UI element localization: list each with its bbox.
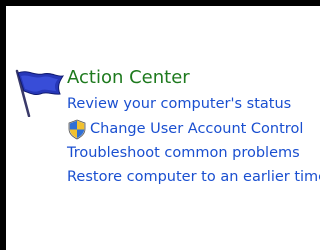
action-center-flag-icon bbox=[15, 69, 65, 117]
window-frame: Action Center Review your computer's sta… bbox=[0, 0, 320, 250]
restore-computer-link[interactable]: Restore computer to an earlier time bbox=[67, 168, 320, 186]
action-center-title[interactable]: Action Center bbox=[67, 67, 190, 89]
troubleshoot-link[interactable]: Troubleshoot common problems bbox=[67, 144, 300, 162]
action-center-panel: Action Center Review your computer's sta… bbox=[6, 6, 320, 250]
uac-shield-icon bbox=[68, 119, 86, 140]
change-uac-link[interactable]: Change User Account Control bbox=[90, 120, 303, 138]
review-status-link[interactable]: Review your computer's status bbox=[67, 95, 291, 113]
